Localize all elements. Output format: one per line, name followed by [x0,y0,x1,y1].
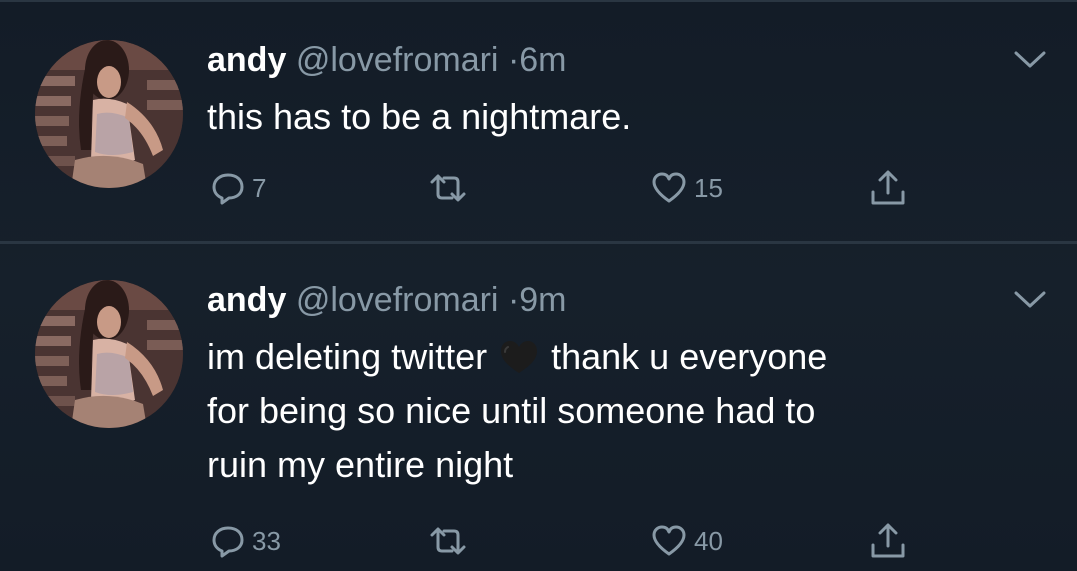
reply-button[interactable]: 33 [210,516,281,566]
tweet-text-line: ruin my entire night [207,444,514,485]
display-name[interactable]: andy [207,41,286,79]
tweet-text-line: this has to be a nightmare. [207,96,632,137]
tweet-text-line: for being so nice until someone had to [207,390,816,431]
tweet-text: this has to be a nightmare. [207,90,631,144]
share-icon [871,523,905,558]
share-button[interactable] [868,516,908,566]
display-name[interactable]: andy [207,281,286,319]
like-button[interactable]: 15 [650,163,723,213]
tweet-header: andy @lovefromari ·9m [207,280,567,320]
timestamp[interactable]: 9m [519,281,566,319]
avatar[interactable] [35,280,183,428]
like-count: 40 [694,525,723,556]
share-button[interactable] [868,163,908,213]
retweet-button[interactable] [428,163,474,213]
black-heart-emoji-icon [501,341,538,373]
retweet-icon [430,174,466,202]
reply-count: 7 [252,172,267,203]
avatar-image [35,280,183,428]
tweet[interactable]: andy @lovefromari ·6m this has to be a n… [0,0,1077,243]
separator: · [507,41,520,79]
reply-button[interactable]: 7 [210,163,266,213]
tweet-feed: andy @lovefromari ·6m this has to be a n… [0,0,1077,571]
retweet-button[interactable] [428,516,474,566]
timestamp[interactable]: 6m [519,41,566,79]
chevron-down-icon[interactable] [1010,48,1050,72]
tweet[interactable]: andy @lovefromari ·9m im deleting twitte… [0,244,1077,571]
like-button[interactable]: 40 [650,516,723,566]
reply-icon [212,173,244,205]
tweet-text-segment: thank u everyone [551,336,828,377]
reply-icon [212,526,244,558]
heart-icon [652,172,686,203]
tweet-actions: 7 15 [0,163,1077,213]
share-icon [871,170,905,205]
separator: · [507,281,520,319]
tweet-header: andy @lovefromari ·6m [207,40,567,80]
tweet-text: im deleting twitter thank u everyone for… [207,330,827,492]
heart-icon [652,525,686,556]
retweet-icon [430,527,466,555]
like-count: 15 [694,172,723,203]
user-handle[interactable]: @lovefromari [296,41,499,79]
tweet-text-line: im deleting twitter thank u everyone [207,330,827,384]
reply-count: 33 [252,525,281,556]
tweet-text-segment: im deleting twitter [207,336,488,377]
chevron-down-icon[interactable] [1010,288,1050,312]
tweet-actions: 33 40 [0,516,1077,566]
user-handle[interactable]: @lovefromari [296,281,499,319]
